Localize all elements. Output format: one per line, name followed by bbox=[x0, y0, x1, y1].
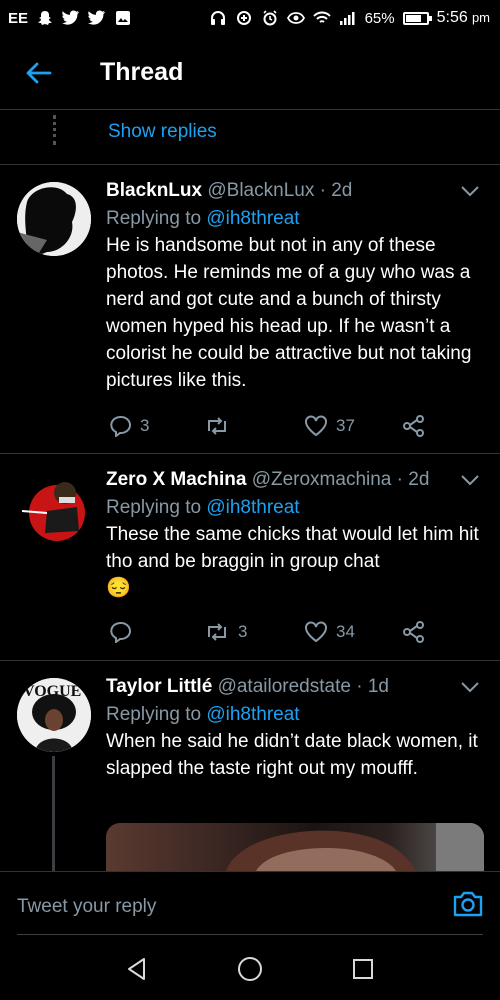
reply-button[interactable]: 3 bbox=[110, 413, 149, 439]
data-saver-icon bbox=[235, 9, 253, 27]
reply-icon bbox=[110, 415, 131, 437]
author-handle[interactable]: @BlacknLux bbox=[207, 180, 314, 201]
status-bar: EE 65% 5:56 pm bbox=[0, 0, 500, 36]
reply-count: 3 bbox=[140, 416, 150, 435]
tweet[interactable]: BlacknLux @BlacknLux · 2d Replying to @i… bbox=[0, 166, 500, 454]
home-circle-icon bbox=[237, 956, 262, 981]
tweet-menu-button[interactable] bbox=[460, 473, 480, 491]
retweet-count: 3 bbox=[238, 622, 248, 641]
tweet[interactable]: Zero X Machina @Zeroxmachina · 2d Replyi… bbox=[0, 455, 500, 661]
eye-icon bbox=[286, 9, 305, 27]
avatar[interactable]: VOGUE bbox=[17, 678, 91, 752]
twitter-icon bbox=[62, 9, 80, 27]
share-button[interactable] bbox=[402, 619, 426, 645]
camera-icon bbox=[453, 891, 483, 917]
thread-line bbox=[52, 756, 55, 871]
battery-icon bbox=[402, 11, 432, 25]
replying-to: Replying to @ih8threat bbox=[106, 208, 300, 229]
page-title: Thread bbox=[100, 58, 184, 86]
thread-dots bbox=[53, 115, 56, 145]
back-button[interactable] bbox=[0, 36, 78, 110]
author-name[interactable]: Taylor Littlé bbox=[106, 676, 212, 697]
twitter-icon bbox=[88, 9, 106, 27]
tweet-text: When he said he didn’t date black women,… bbox=[106, 731, 478, 779]
avatar[interactable] bbox=[17, 182, 91, 256]
tweet-menu-button[interactable] bbox=[460, 184, 480, 202]
retweet-icon bbox=[208, 623, 226, 641]
author-name[interactable]: Zero X Machina bbox=[106, 469, 246, 490]
retweet-button[interactable] bbox=[204, 413, 238, 439]
retweet-icon bbox=[208, 417, 226, 435]
like-button[interactable]: 37 bbox=[304, 413, 355, 439]
chevron-down-icon bbox=[461, 475, 479, 486]
replying-to: Replying to @ih8threat bbox=[106, 497, 300, 518]
tweet-header: BlacknLux @BlacknLux · 2d bbox=[106, 180, 486, 202]
battery-percent: 65% bbox=[364, 9, 395, 27]
tweet-time: · 1d bbox=[356, 676, 389, 697]
reply-button[interactable] bbox=[110, 619, 140, 645]
nav-recents-button[interactable] bbox=[348, 954, 378, 984]
like-count: 34 bbox=[336, 622, 355, 641]
composer-underline bbox=[17, 934, 483, 935]
camera-button[interactable] bbox=[452, 890, 484, 920]
nav-back-button[interactable] bbox=[122, 954, 152, 984]
tweet-menu-button[interactable] bbox=[460, 680, 480, 698]
arrow-left-icon bbox=[26, 62, 52, 83]
show-replies-link[interactable]: Show replies bbox=[108, 121, 217, 143]
like-button[interactable]: 34 bbox=[304, 619, 355, 645]
clock: 5:56 pm bbox=[436, 9, 490, 26]
tweet-time: · 2d bbox=[319, 180, 353, 201]
tweet-actions: 3 34 bbox=[106, 619, 436, 645]
tweet-header: Zero X Machina @Zeroxmachina · 2d bbox=[106, 469, 486, 491]
chevron-down-icon bbox=[461, 186, 479, 197]
replying-to-link[interactable]: @ih8threat bbox=[206, 497, 299, 518]
tweet-text: These the same chicks that would let him… bbox=[106, 524, 479, 599]
author-name[interactable]: BlacknLux bbox=[106, 180, 202, 201]
reply-icon bbox=[110, 621, 131, 643]
nav-home-button[interactable] bbox=[235, 954, 265, 984]
alarm-icon bbox=[261, 9, 279, 27]
tweet-time: · 2d bbox=[396, 469, 430, 490]
tweet-body: BlacknLux @BlacknLux · 2d Replying to @i… bbox=[106, 180, 486, 394]
chevron-down-icon bbox=[461, 682, 479, 693]
tweet-actions: 3 37 bbox=[106, 413, 436, 439]
share-icon bbox=[403, 415, 424, 437]
replying-to-link[interactable]: @ih8threat bbox=[206, 208, 299, 229]
tweet-body: Zero X Machina @Zeroxmachina · 2d Replyi… bbox=[106, 469, 486, 602]
author-handle[interactable]: @atailoredstate bbox=[218, 676, 351, 697]
tweet-header: Taylor Littlé @atailoredstate · 1d bbox=[106, 676, 486, 698]
pensive-emoji: 😔 bbox=[106, 577, 131, 599]
avatar[interactable] bbox=[17, 471, 91, 545]
share-icon bbox=[403, 621, 424, 643]
author-handle[interactable]: @Zeroxmachina bbox=[252, 469, 392, 490]
reply-input[interactable]: Tweet your reply bbox=[17, 896, 156, 918]
gallery-icon bbox=[114, 9, 132, 27]
replying-to: Replying to @ih8threat bbox=[106, 704, 300, 725]
system-nav-bar bbox=[0, 937, 500, 1000]
wifi-icon bbox=[312, 9, 331, 27]
heart-icon bbox=[305, 621, 327, 643]
thread-header: Thread bbox=[0, 36, 500, 110]
tweet-body: Taylor Littlé @atailoredstate · 1d Reply… bbox=[106, 676, 486, 782]
retweet-button[interactable]: 3 bbox=[204, 619, 247, 645]
show-replies-row: Show replies bbox=[0, 111, 500, 165]
tweet-text: He is handsome but not in any of these p… bbox=[106, 235, 472, 391]
snapchat-icon bbox=[36, 9, 54, 27]
share-button[interactable] bbox=[402, 413, 426, 439]
carrier-label: EE bbox=[8, 9, 29, 27]
signal-icon bbox=[339, 9, 357, 27]
recents-square-icon bbox=[353, 958, 374, 979]
back-triangle-icon bbox=[127, 957, 145, 980]
headphones-icon bbox=[209, 9, 227, 27]
like-count: 37 bbox=[336, 416, 355, 435]
tweet-media-image[interactable] bbox=[106, 823, 484, 871]
replying-to-link[interactable]: @ih8threat bbox=[206, 704, 299, 725]
heart-icon bbox=[305, 415, 327, 437]
reply-composer: Tweet your reply bbox=[0, 871, 500, 937]
